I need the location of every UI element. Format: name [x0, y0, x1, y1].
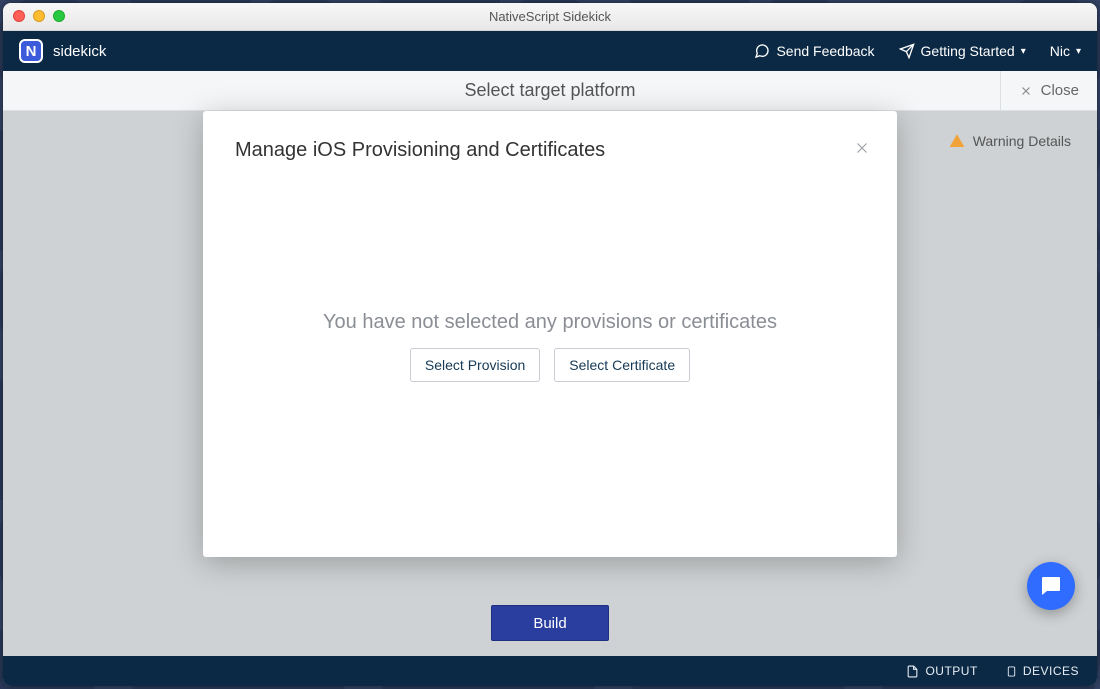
- minimize-window-icon[interactable]: [33, 10, 45, 22]
- app-bar: N sidekick Send Feedback Getting Started…: [3, 31, 1097, 71]
- sub-header: Select target platform Close: [3, 71, 1097, 111]
- modal-title: Manage iOS Provisioning and Certificates: [235, 139, 865, 162]
- chevron-down-icon: ▾: [1076, 46, 1081, 57]
- document-icon: [906, 665, 919, 678]
- modal-close-button[interactable]: [853, 139, 871, 162]
- build-button[interactable]: Build: [491, 605, 609, 641]
- modal-header: Manage iOS Provisioning and Certificates: [203, 111, 897, 162]
- user-menu[interactable]: Nic ▾: [1050, 43, 1081, 59]
- close-panel-button[interactable]: Close: [1000, 71, 1097, 110]
- devices-label: DEVICES: [1023, 664, 1079, 678]
- warning-icon: [949, 133, 965, 149]
- getting-started-label: Getting Started: [921, 43, 1015, 59]
- app-logo: N: [19, 39, 43, 63]
- send-feedback-label: Send Feedback: [776, 43, 874, 59]
- mac-titlebar: NativeScript Sidekick: [3, 3, 1097, 31]
- build-bar: Build: [3, 590, 1097, 656]
- content-area: iOS Android Cloud Build Local Build Clea…: [3, 111, 1097, 656]
- chat-icon: [1039, 574, 1063, 598]
- zoom-window-icon[interactable]: [53, 10, 65, 22]
- chevron-down-icon: ▾: [1021, 46, 1026, 57]
- send-feedback-link[interactable]: Send Feedback: [754, 43, 874, 59]
- status-bar: OUTPUT DEVICES: [3, 656, 1097, 686]
- mobile-icon: [1006, 664, 1017, 679]
- user-name-label: Nic: [1050, 43, 1070, 59]
- close-window-icon[interactable]: [13, 10, 25, 22]
- app-window: NativeScript Sidekick N sidekick Send Fe…: [3, 3, 1097, 686]
- app-brand: sidekick: [53, 43, 106, 60]
- close-icon: [853, 139, 871, 157]
- window-title: NativeScript Sidekick: [489, 9, 611, 24]
- output-tab[interactable]: OUTPUT: [906, 664, 977, 678]
- modal-actions: Select Provision Select Certificate: [203, 348, 897, 382]
- warning-details-link[interactable]: Warning Details: [949, 133, 1071, 149]
- close-label: Close: [1041, 82, 1079, 99]
- getting-started-menu[interactable]: Getting Started ▾: [899, 43, 1026, 59]
- warning-label: Warning Details: [973, 133, 1071, 149]
- select-certificate-button[interactable]: Select Certificate: [554, 348, 690, 382]
- window-controls: [13, 10, 65, 22]
- close-icon: [1019, 84, 1033, 98]
- chat-bubble-icon: [754, 43, 770, 59]
- output-label: OUTPUT: [925, 664, 977, 678]
- subheader-title: Select target platform: [464, 80, 635, 101]
- select-provision-button[interactable]: Select Provision: [410, 348, 540, 382]
- modal-body: You have not selected any provisions or …: [203, 311, 897, 382]
- paper-plane-icon: [899, 43, 915, 59]
- modal-message: You have not selected any provisions or …: [203, 311, 897, 334]
- provisioning-modal: Manage iOS Provisioning and Certificates…: [203, 111, 897, 557]
- devices-tab[interactable]: DEVICES: [1006, 664, 1079, 679]
- intercom-chat-button[interactable]: [1027, 562, 1075, 610]
